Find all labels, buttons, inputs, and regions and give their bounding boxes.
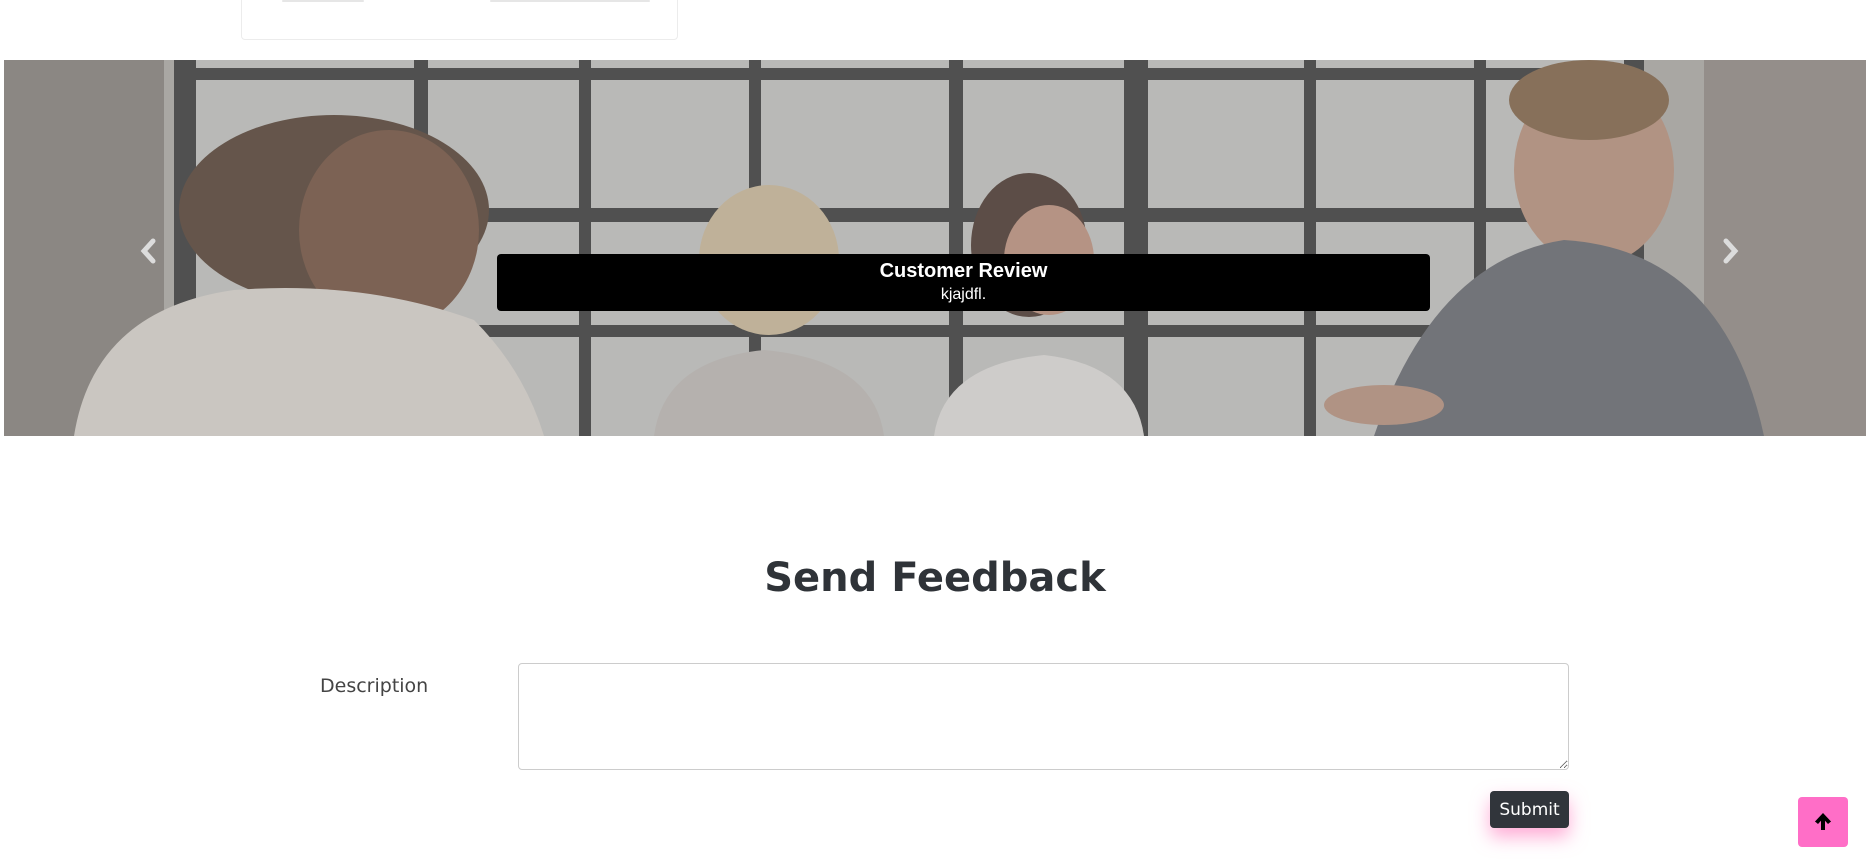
back-to-top-button[interactable] — [1798, 797, 1848, 847]
description-textarea[interactable] — [518, 663, 1569, 770]
testimonial-carousel: Customer Review kjajdfl. — [4, 60, 1866, 436]
carousel-overlay — [4, 60, 1866, 436]
partial-card — [241, 0, 678, 40]
chevron-left-icon — [140, 238, 156, 264]
section-title: Send Feedback — [764, 555, 1106, 601]
caption-text: kjajdfl. — [940, 286, 987, 303]
caption-title: Customer Review — [879, 260, 1048, 282]
carousel-next-control[interactable] — [1711, 226, 1751, 276]
arrow-up-icon — [1815, 813, 1831, 830]
carousel-caption: Customer Review kjajdfl. — [497, 254, 1430, 311]
submit-button[interactable]: Submit — [1490, 791, 1569, 828]
page: Customer Review kjajdfl. Send Feedback D… — [0, 0, 1870, 868]
description-label: Description — [320, 675, 429, 697]
carousel-prev-control[interactable] — [128, 226, 168, 276]
chevron-right-icon — [1723, 238, 1739, 264]
